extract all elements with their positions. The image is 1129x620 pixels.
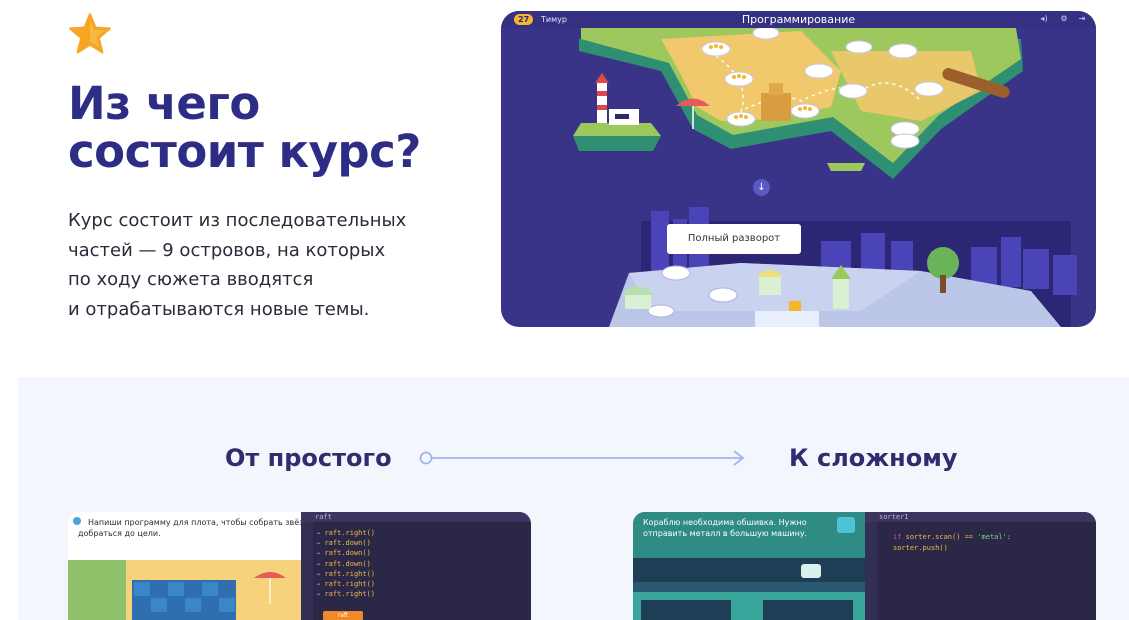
description-line-1: Курс состоит из последовательных bbox=[68, 210, 407, 231]
code-line-text: raft.down() bbox=[324, 549, 371, 558]
run-button[interactable]: raft bbox=[323, 611, 363, 620]
code-line: → raft.right() bbox=[316, 569, 375, 579]
complex-code-editor[interactable]: sorter1 bbox=[865, 512, 1096, 620]
code-line: → raft.down() bbox=[316, 548, 371, 558]
course-map-illustration bbox=[573, 26, 1077, 327]
hero-title: Программирование bbox=[741, 13, 856, 26]
code-token: sorter.scan() == bbox=[901, 533, 978, 541]
complex-editor-tab[interactable]: sorter1 bbox=[865, 512, 1096, 522]
code-line: → raft.down() bbox=[316, 559, 371, 569]
full-spread-tooltip[interactable]: Полный разворот bbox=[667, 224, 801, 254]
exit-icon[interactable]: ⇥ bbox=[1077, 13, 1087, 25]
code-line-text: raft.right() bbox=[324, 529, 376, 537]
simple-task-line-1: Напиши программу для плота, чтобы собрат… bbox=[88, 518, 323, 527]
page-title: Из чего состоит курс? bbox=[68, 80, 421, 176]
complex-task-screenshot[interactable]: Кораблю необходима обшивка. Нужно отправ… bbox=[633, 512, 1096, 620]
description-line-2: частей — 9 островов, на которых bbox=[68, 239, 386, 261]
title-line-1: Из чего bbox=[68, 77, 260, 130]
complex-task-line-2: отправить металл в большую машину. bbox=[643, 529, 808, 538]
from-simple-label: От простого bbox=[225, 444, 392, 472]
code-token: sorter.push() bbox=[893, 544, 948, 552]
settings-icon[interactable]: ⚙ bbox=[1059, 13, 1069, 25]
code-gutter bbox=[865, 522, 877, 620]
course-map-preview[interactable]: 27 Тимур Программирование ◂) ⚙ ⇥ bbox=[501, 11, 1096, 327]
code-line-text: raft.right() bbox=[324, 590, 376, 599]
description-line-3: по ходу сюжета вводятся bbox=[68, 269, 314, 290]
simple-editor-tab[interactable]: raft bbox=[301, 512, 531, 522]
code-line-text: raft.right() bbox=[324, 580, 376, 588]
code-token: : bbox=[1006, 533, 1012, 541]
title-line-2: состоит курс? bbox=[68, 125, 421, 178]
progression-arrow-icon bbox=[419, 450, 745, 466]
code-line: → raft.right() bbox=[316, 528, 375, 538]
code-line-text: raft.down() bbox=[324, 539, 371, 548]
sound-icon[interactable]: ◂) bbox=[1039, 13, 1049, 25]
scroll-down-icon[interactable]: ↓ bbox=[753, 179, 770, 196]
code-line-text: raft.down() bbox=[324, 559, 371, 568]
simple-task-line-2: добраться до цели. bbox=[78, 529, 161, 538]
star-icon bbox=[69, 13, 111, 54]
description-line-4: и отрабатываются новые темы. bbox=[68, 298, 370, 320]
code-line: → raft.right() bbox=[316, 579, 375, 589]
course-description: Курс состоит из последовательных частей … bbox=[68, 206, 448, 324]
code-line: → raft.right() bbox=[316, 589, 375, 599]
complex-task-line-1: Кораблю необходима обшивка. Нужно bbox=[643, 518, 807, 527]
code-gutter bbox=[301, 522, 313, 620]
code-token: 'metal' bbox=[977, 533, 1007, 541]
code-line: → raft.down() bbox=[316, 538, 371, 548]
code-line: if sorter.scan() == 'metal': bbox=[893, 532, 1011, 542]
code-line-text: raft.right() bbox=[324, 569, 376, 578]
code-line: sorter.push() bbox=[893, 543, 948, 553]
to-complex-label: К сложному bbox=[789, 444, 958, 472]
simple-task-screenshot[interactable]: Напиши программу для плота, чтобы собрат… bbox=[68, 512, 531, 620]
